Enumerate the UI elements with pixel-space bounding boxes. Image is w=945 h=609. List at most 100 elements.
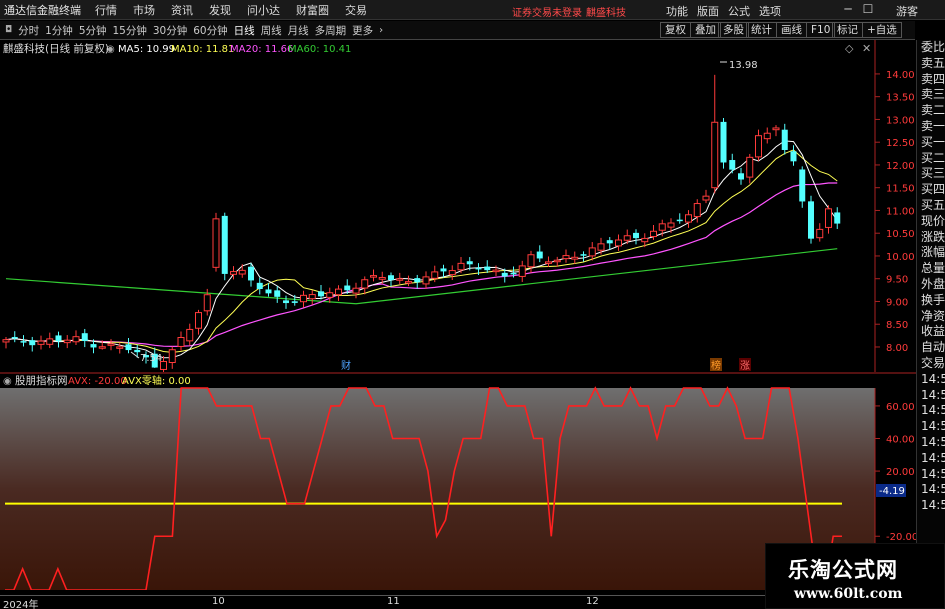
candle-body: [448, 270, 456, 276]
menu-item-trade[interactable]: 交易: [345, 2, 367, 18]
sidebar-label: 卖五: [921, 55, 945, 70]
finance-marker[interactable]: 财: [341, 359, 351, 372]
period-15min[interactable]: 15分钟: [113, 23, 147, 38]
avx-legend: AVX: -20.00: [68, 376, 127, 387]
guest-label[interactable]: 游客: [896, 3, 918, 19]
rank-marker[interactable]: 榜: [711, 359, 721, 372]
sidebar-label: 收益: [921, 324, 945, 339]
panel-toggle-icon[interactable]: ◘: [5, 25, 12, 35]
candle-body: [562, 255, 570, 260]
title-bar: 通达信金融终端 行情 市场 资讯 发现 问小达 财富圈 交易 证券交易未登录 麒…: [0, 0, 945, 20]
candle-body: [834, 212, 841, 224]
candle-body: [107, 343, 115, 346]
menu-item-ask[interactable]: 问小达: [247, 2, 280, 18]
candle-body: [597, 243, 605, 251]
menu-item-discover[interactable]: 发现: [209, 2, 231, 18]
sidebar-label: 买三: [921, 166, 945, 181]
limit-up-marker[interactable]: 涨: [740, 360, 750, 372]
period-5min[interactable]: 5分钟: [79, 23, 107, 38]
candlestick-chart[interactable]: 14.00 13.50 13.00 12.50 12.00 11.50 11.00 10.50…: [0, 40, 916, 372]
ma20-line: [5, 182, 838, 347]
candle-body: [588, 247, 596, 257]
date-label-dec: 12: [586, 596, 599, 607]
f10-button[interactable]: F10: [806, 22, 836, 38]
period-multi[interactable]: 多周期: [315, 23, 347, 38]
menu-item-market[interactable]: 市场: [133, 2, 155, 18]
period-1min[interactable]: 1分钟: [45, 23, 73, 38]
candle-body: [72, 336, 80, 343]
mark-button[interactable]: 标记: [832, 22, 863, 38]
high-annotation: 13.98: [720, 60, 758, 71]
sidebar-label: 卖四: [921, 71, 945, 86]
candle-body: [326, 292, 334, 298]
close-icon[interactable]: ✕: [862, 42, 871, 55]
minimize-icon[interactable]: ─: [838, 2, 858, 16]
candle-body: [746, 156, 754, 178]
menu-item-formula[interactable]: 公式: [728, 3, 750, 19]
candle-body: [238, 269, 246, 275]
candle-body: [475, 267, 482, 270]
indicator-tick-label: 40.00: [886, 435, 915, 446]
indicator-settings-icon[interactable]: ◉: [3, 376, 12, 387]
sidebar-time: 14:56: [921, 450, 945, 465]
candle-body: [650, 230, 657, 238]
multi-stock-button[interactable]: 多股: [718, 22, 749, 38]
candle-body: [571, 256, 579, 260]
indicator-tick-label: 20.00: [886, 467, 915, 478]
sidebar-time: 14:56: [921, 371, 945, 386]
candle-body: [265, 289, 272, 294]
candle-body: [422, 276, 430, 285]
candle-body: [168, 349, 176, 363]
candle-body: [90, 344, 97, 348]
price-grid: [875, 73, 880, 348]
menu-item-wealth[interactable]: 财富圈: [296, 2, 329, 18]
period-weekly[interactable]: 周线: [261, 23, 282, 38]
candle-body: [177, 336, 185, 347]
sidebar-time: 14:56: [921, 434, 945, 449]
login-status[interactable]: 证券交易未登录: [512, 4, 582, 19]
candle-body: [396, 278, 404, 281]
add-watchlist-button[interactable]: +自选: [862, 22, 902, 38]
period-intraday[interactable]: 分时: [18, 23, 39, 38]
period-monthly[interactable]: 月线: [288, 23, 309, 38]
candle-body: [702, 195, 710, 201]
candle-body: [711, 121, 719, 189]
window-buttons: ─ ☐: [838, 2, 878, 16]
sidebar-label: 卖二: [921, 103, 945, 118]
menu-item-quotes[interactable]: 行情: [95, 2, 117, 18]
indicator-background: [0, 388, 875, 590]
menu-item-layout[interactable]: 版面: [697, 3, 719, 19]
menu-item-news[interactable]: 资讯: [171, 2, 193, 18]
sidebar-label: 涨跌: [921, 229, 945, 244]
draw-button[interactable]: 画线: [776, 22, 807, 38]
candle-body: [370, 275, 377, 278]
price-tick-label: 8.00: [886, 343, 908, 354]
menu-item-function[interactable]: 功能: [666, 3, 688, 19]
avx-zero-legend: AVX零轴: 0.00: [122, 374, 191, 387]
date-label-oct: 10: [212, 596, 225, 607]
adjust-button[interactable]: 复权: [660, 22, 691, 38]
overlay-button[interactable]: 叠加: [690, 22, 721, 38]
candle-body: [134, 349, 141, 353]
sidebar-time: 14:56: [921, 482, 945, 497]
period-more[interactable]: 更多: [352, 23, 373, 38]
period-60min[interactable]: 60分钟: [193, 23, 227, 38]
maximize-icon[interactable]: ☐: [858, 2, 878, 16]
statistics-button[interactable]: 统计: [746, 22, 777, 38]
sidebar-label: 委比: [921, 40, 945, 54]
collapse-icon[interactable]: ◇: [845, 42, 854, 55]
candle-body: [781, 129, 788, 150]
period-daily[interactable]: 日线: [234, 23, 255, 38]
settings-icon[interactable]: ◉: [106, 44, 115, 55]
candle-body: [98, 346, 106, 349]
indicator-tick-label: 60.00: [886, 402, 915, 413]
candle-body: [116, 346, 124, 349]
period-30min[interactable]: 30分钟: [153, 23, 187, 38]
candle-body: [405, 281, 412, 284]
menu-item-options[interactable]: 选项: [759, 3, 781, 19]
candle-body: [414, 278, 421, 283]
chevron-right-icon[interactable]: ›: [379, 25, 383, 36]
price-tick-label: 13.50: [886, 93, 915, 104]
sidebar-label: 总量: [921, 261, 945, 276]
sidebar-label: 现价: [921, 213, 945, 228]
